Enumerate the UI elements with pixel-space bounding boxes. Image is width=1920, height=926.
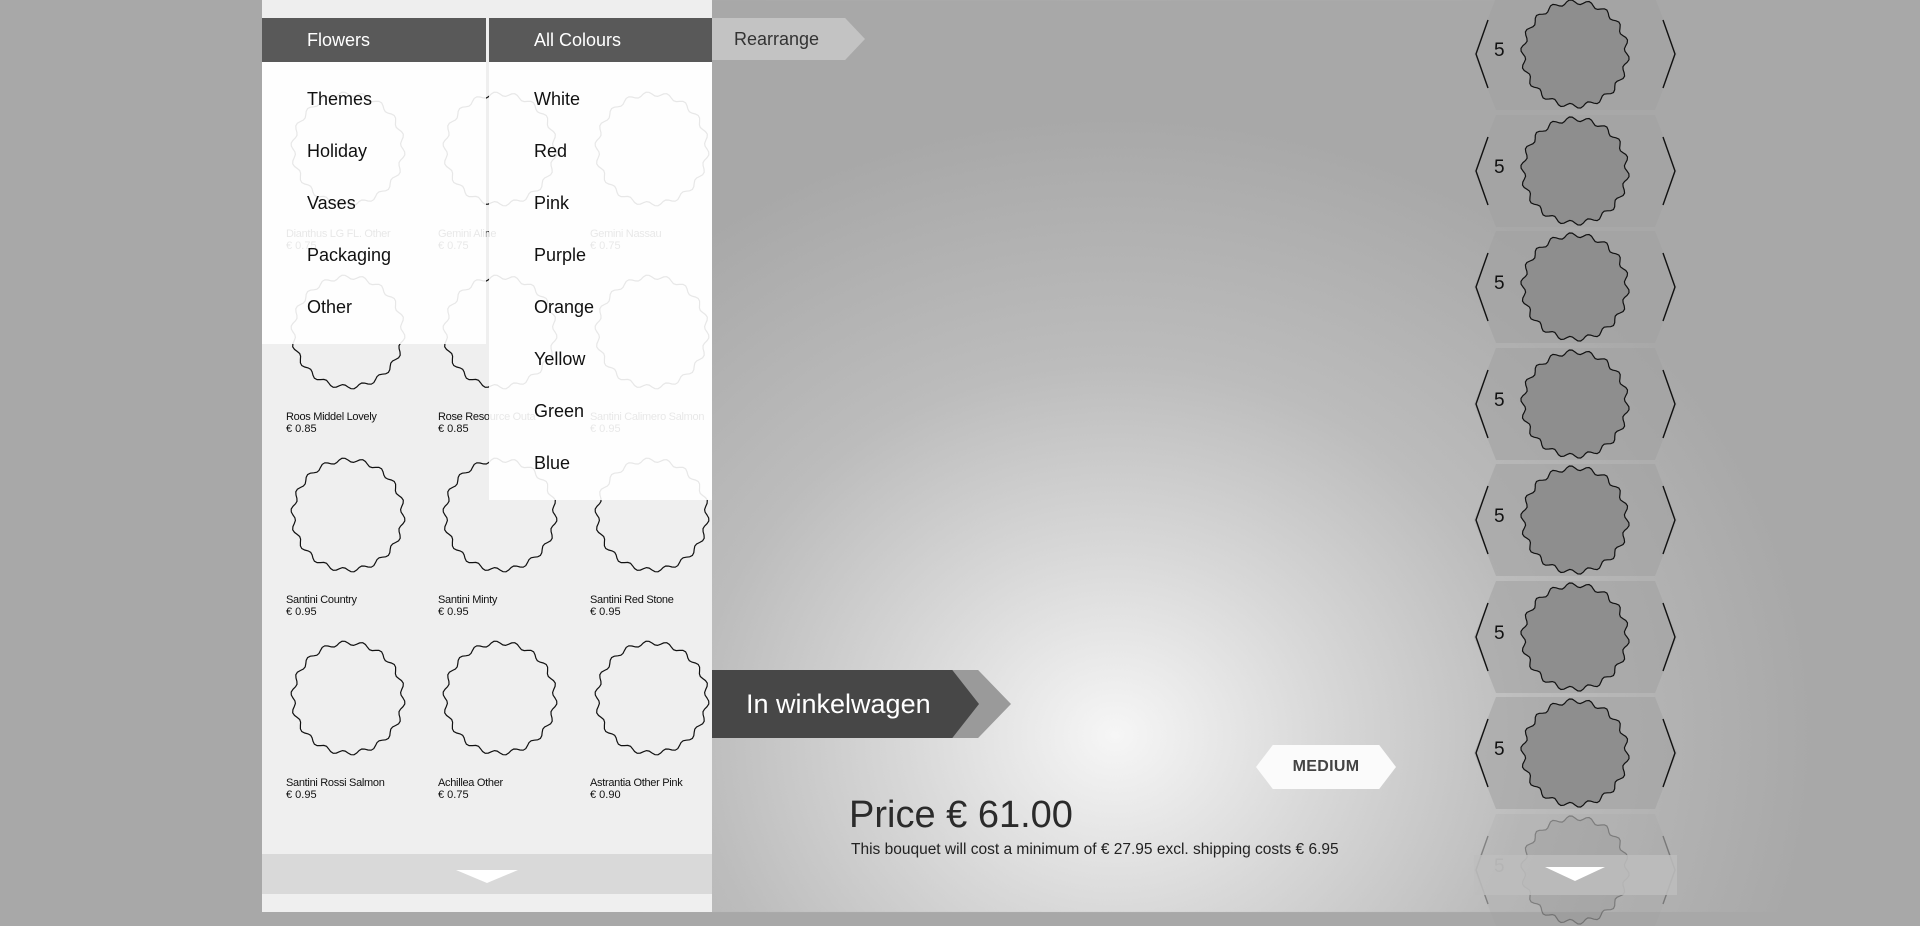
slot-count: 5 [1494,389,1505,411]
colour-item-pink[interactable]: Pink [534,193,569,214]
product-card[interactable]: Santini Rossi Salmon € 0.95 [279,637,419,807]
price-note: This bouquet will cost a minimum of € 27… [851,841,1339,858]
product-price: € 0.95 [590,606,621,618]
product-name: Santini Rossi Salmon [286,777,385,789]
flower-outline-icon [594,640,710,756]
category-dropdown[interactable]: Flowers [262,18,486,62]
colour-item-blue[interactable]: Blue [534,453,570,474]
product-card[interactable]: Astrantia Other Pink € 0.90 [583,637,723,807]
product-name: Santini Country [286,594,357,606]
slot-count: 5 [1494,506,1505,527]
colour-item-white[interactable]: White [534,89,580,110]
product-price: € 0.85 [438,423,469,435]
add-to-cart-label: In winkelwagen [746,689,931,719]
product-price: € 0.90 [590,789,621,801]
size-button[interactable]: MEDIUM [1256,745,1396,789]
bouquet-slot[interactable]: 5 [1474,0,1677,110]
colour-dropdown[interactable]: All Colours [489,18,712,62]
bouquet-slot[interactable]: 5 [1474,347,1677,460]
category-item-holiday[interactable]: Holiday [307,141,367,162]
colour-menu: White Red Pink Purple Orange Yellow Green Blue [489,62,712,500]
slot-count: 5 [1494,622,1505,644]
product-price: € 0.95 [438,606,469,618]
rearrange-label: Rearrange [734,29,820,49]
product-card[interactable]: Achillea Other € 0.75 [431,637,571,807]
product-price: € 0.75 [438,789,469,801]
colour-item-green[interactable]: Green [534,401,584,422]
colour-item-purple[interactable]: Purple [534,245,586,266]
price-total: Price € 61.00 [849,794,1073,836]
category-menu: Themes Holiday Vases Packaging Other [262,62,486,344]
product-name: Achillea Other [438,777,503,789]
slot-count: 5 [1494,739,1505,760]
size-label: MEDIUM [1292,758,1360,775]
colour-item-orange[interactable]: Orange [534,297,594,318]
chevron-down-icon[interactable] [456,870,518,883]
slot-count: 5 [1494,40,1505,61]
product-price: € 0.85 [286,423,317,435]
product-name: Santini Minty [438,594,498,606]
product-name: Astrantia Other Pink [590,777,683,789]
slot-count: 5 [1494,156,1505,178]
flower-outline-icon [290,640,406,756]
colour-dropdown-label: All Colours [534,30,622,50]
product-name: Roos Middel Lovely [286,411,377,423]
product-price: € 0.95 [286,789,317,801]
bouquet-slot[interactable]: 5 [1474,114,1677,227]
slot-count: 5 [1494,273,1505,294]
category-dropdown-label: Flowers [307,30,371,50]
colour-item-red[interactable]: Red [534,141,567,162]
product-name: Santini Red Stone [590,594,674,606]
chevron-down-icon[interactable] [1545,867,1605,881]
colour-item-yellow[interactable]: Yellow [534,349,585,370]
add-to-cart-button[interactable]: In winkelwagen [712,670,979,738]
bouquet-slot[interactable]: 5 [1474,231,1677,343]
product-card[interactable]: Santini Country € 0.95 [279,454,419,624]
category-item-themes[interactable]: Themes [307,89,372,110]
product-price: € 0.95 [286,606,317,618]
flower-outline-icon [290,457,406,573]
category-item-vases[interactable]: Vases [307,193,356,214]
bouquet-slot[interactable]: 5 [1474,697,1677,809]
rearrange-button[interactable]: Rearrange [712,18,865,60]
category-item-other[interactable]: Other [307,297,352,318]
flower-outline-icon [442,640,558,756]
bouquet-slot[interactable]: 5 [1474,580,1677,693]
category-item-packaging[interactable]: Packaging [307,245,391,266]
bouquet-slot[interactable]: 5 [1474,464,1677,576]
